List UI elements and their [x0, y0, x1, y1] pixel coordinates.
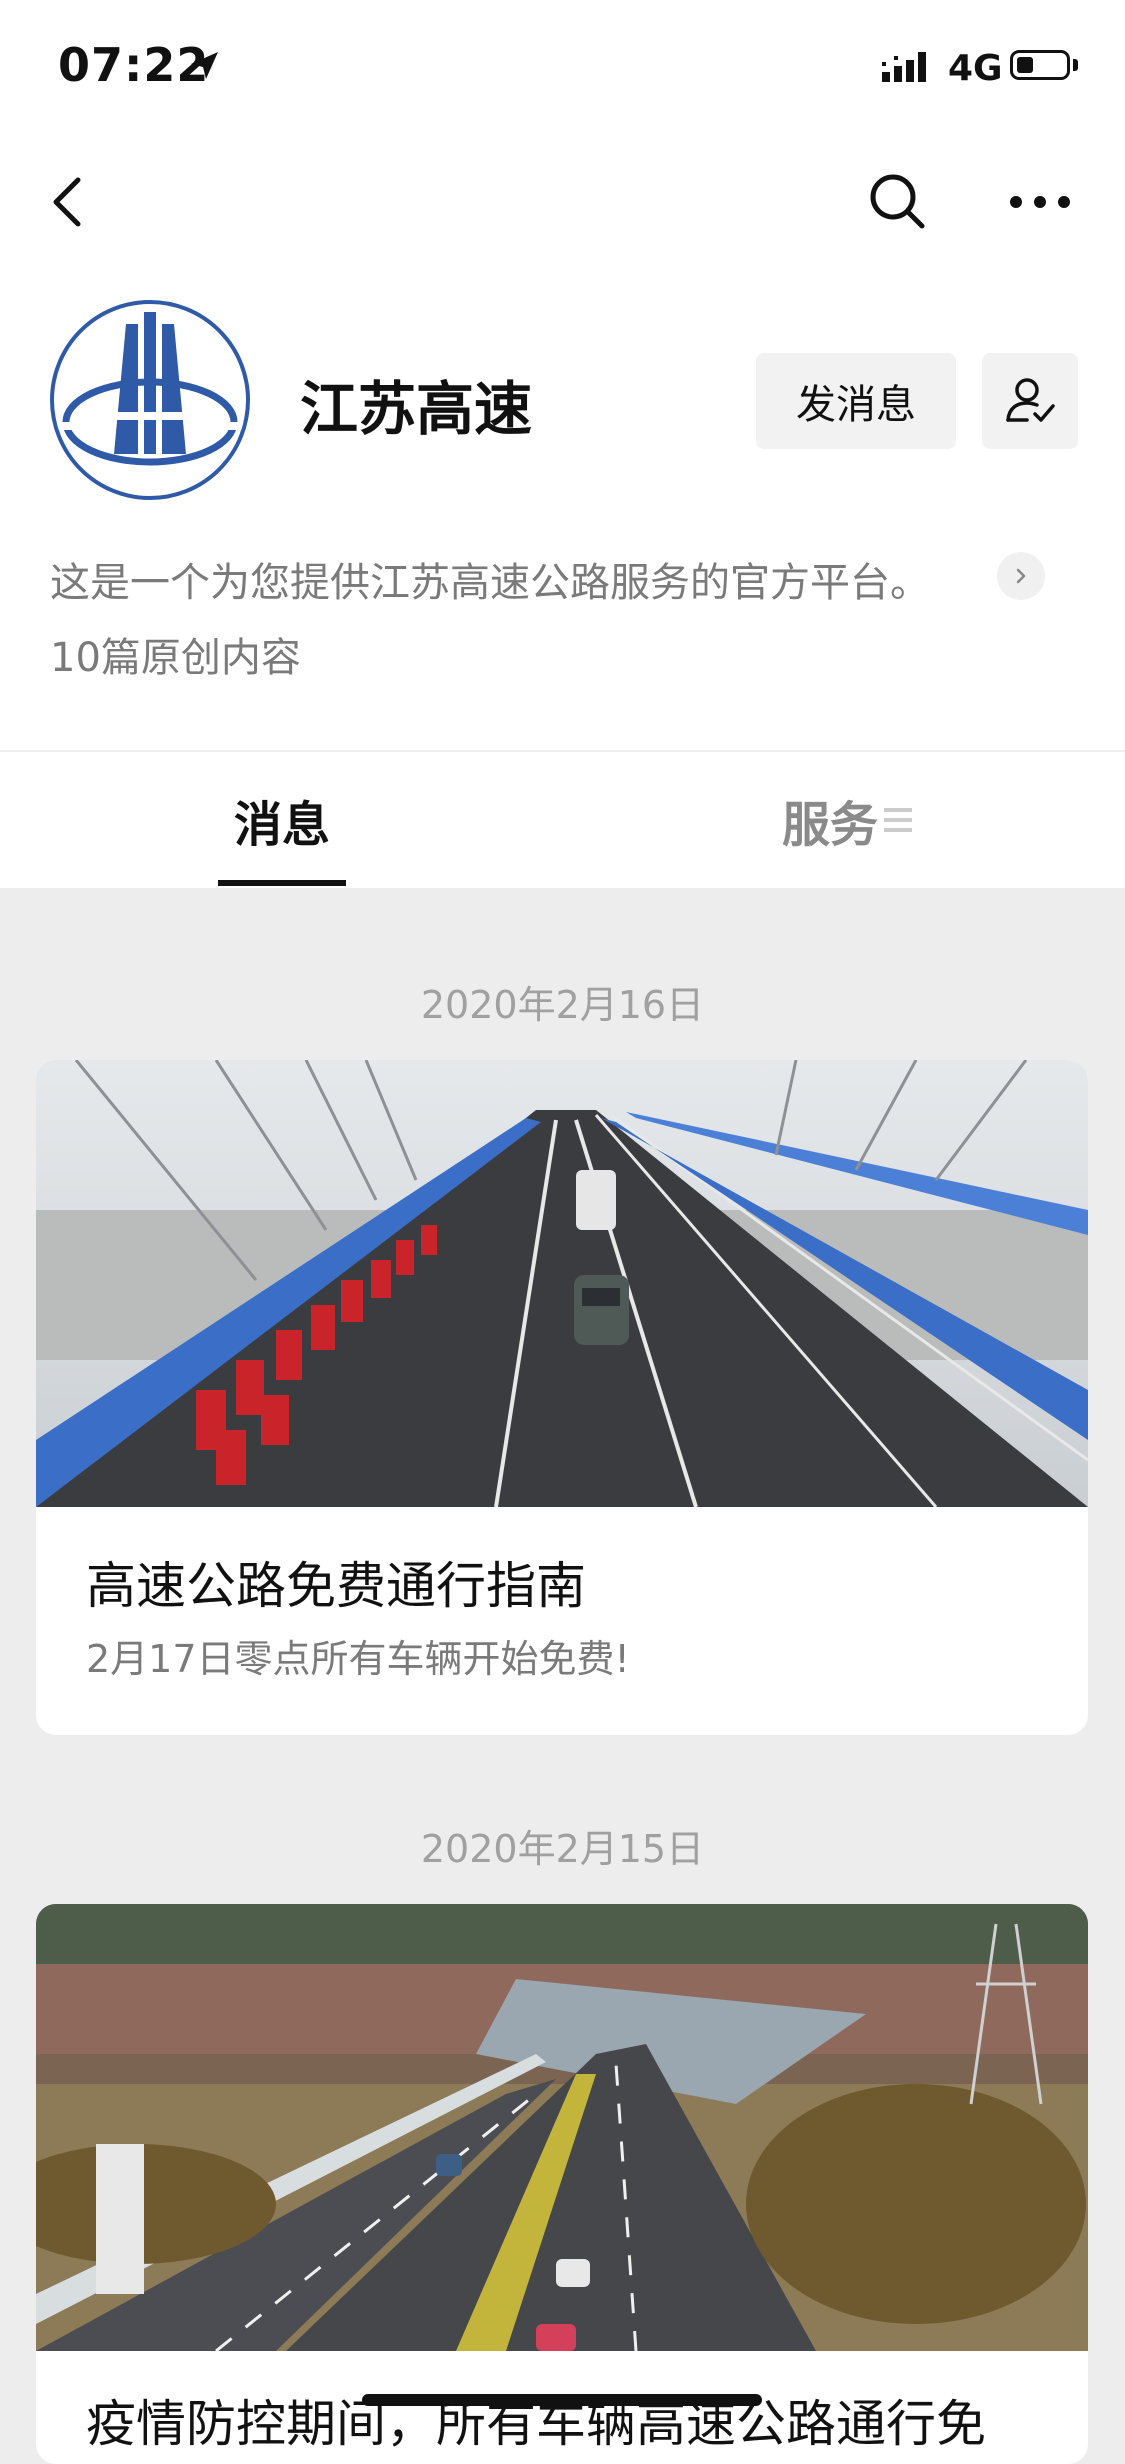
article-title: 高速公路免费通行指南: [86, 1557, 586, 1615]
account-logo: [54, 312, 246, 466]
more-icon[interactable]: [1005, 166, 1075, 236]
description-expand-button[interactable]: [997, 552, 1045, 600]
feed-date: 2020年2月16日: [420, 983, 705, 1027]
account-name: 江苏高速: [300, 375, 533, 443]
nav-bar: [0, 140, 1125, 260]
menu-lines-icon: [884, 808, 912, 832]
follow-button[interactable]: [982, 353, 1078, 449]
tab-messages[interactable]: 消息: [218, 752, 346, 888]
send-message-button[interactable]: 发消息: [756, 353, 956, 449]
battery-icon: [1010, 50, 1070, 80]
article-cover-image: [36, 1060, 1088, 1507]
article-summary: 2月17日零点所有车辆开始免费!: [86, 1637, 630, 1681]
tab-services-label: 服务: [781, 797, 878, 853]
home-indicator[interactable]: [362, 2394, 762, 2406]
avatar[interactable]: [50, 300, 250, 500]
tab-active-indicator: [218, 880, 346, 886]
search-icon[interactable]: [862, 166, 932, 236]
account-profile: 江苏高速 发消息: [0, 300, 1125, 510]
original-content-count[interactable]: 10篇原创内容: [50, 625, 301, 683]
article-card[interactable]: 疫情防控期间，所有车辆高速公路通行免: [36, 1904, 1088, 2464]
battery-cap: [1073, 59, 1078, 71]
back-icon[interactable]: [40, 166, 100, 236]
article-card[interactable]: 高速公路免费通行指南 2月17日零点所有车辆开始免费!: [36, 1060, 1088, 1735]
signal-icon: [882, 52, 926, 82]
account-description: 这是一个为您提供江苏高速公路服务的官方平台。: [50, 560, 930, 606]
network-type: 4G: [948, 48, 1003, 89]
header-area: 07:22 4G 江苏高速 发消息 这是一个为您提供江苏高速公路服务的官方平台。…: [0, 0, 1125, 888]
status-bar: 07:22 4G: [0, 0, 1125, 140]
location-arrow-icon: [191, 52, 218, 79]
tab-bar: 消息 服务: [0, 752, 1125, 888]
article-cover-image: [36, 1904, 1088, 2351]
feed-date: 2020年2月15日: [420, 1827, 705, 1871]
status-time: 07:22: [58, 38, 210, 92]
user-check-icon: [1006, 378, 1055, 422]
chevron-right-icon: [1016, 568, 1026, 584]
